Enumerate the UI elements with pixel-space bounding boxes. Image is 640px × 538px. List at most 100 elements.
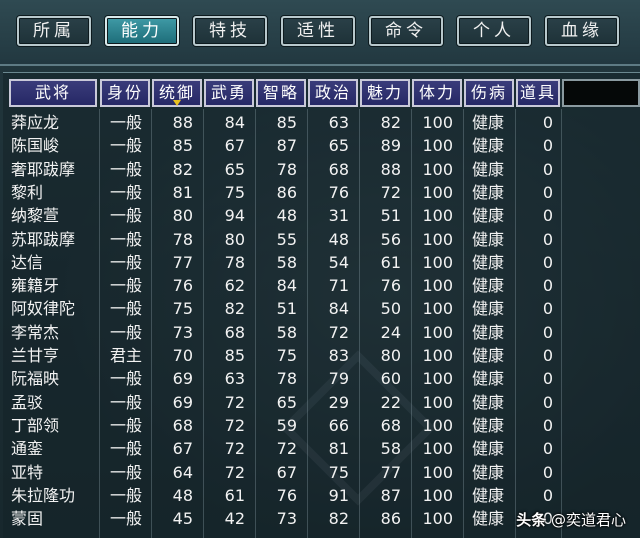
cell-injury: 健康 <box>471 182 504 202</box>
cell-items: 0 <box>542 392 553 412</box>
table-row[interactable]: 陈国峻 一般 85 67 87 65 89 100 健康 0 <box>9 134 633 157</box>
table-row[interactable]: 李常杰 一般 73 68 58 72 24 100 健康 0 <box>9 321 633 344</box>
cell-name: 李常杰 <box>11 322 60 342</box>
cell-command: 82 <box>172 159 193 179</box>
tab-command[interactable]: 命令 <box>369 16 443 46</box>
cell-stamina: 100 <box>422 462 453 482</box>
cell-stamina: 100 <box>422 276 453 296</box>
cell-politics: 81 <box>328 439 349 459</box>
cell-strategy: 86 <box>276 182 297 202</box>
table-row[interactable]: 兰甘亨 君主 70 85 75 83 80 100 健康 0 <box>9 344 633 367</box>
cell-items: 0 <box>542 159 553 179</box>
cell-injury: 健康 <box>471 252 504 272</box>
cell-status: 君主 <box>109 346 142 365</box>
cell-charisma: 88 <box>380 159 401 179</box>
cell-charisma: 77 <box>380 462 401 482</box>
cell-politics: 71 <box>328 276 349 296</box>
table-row[interactable]: 苏耶跋摩 一般 78 80 55 48 56 100 健康 0 <box>9 228 633 251</box>
cell-name: 纳黎萱 <box>11 206 60 226</box>
cell-valor: 84 <box>224 113 245 132</box>
cell-valor: 61 <box>224 485 245 505</box>
cell-status: 一般 <box>109 322 142 342</box>
table-row[interactable]: 阿奴律陀 一般 75 82 51 84 50 100 健康 0 <box>9 297 633 320</box>
cell-name: 阮福映 <box>11 369 60 389</box>
cell-items: 0 <box>542 229 553 249</box>
column-header-command[interactable]: 统御 <box>152 79 202 107</box>
column-header-name[interactable]: 武将 <box>9 79 97 107</box>
cell-stamina: 100 <box>422 392 453 412</box>
cell-name: 蒙固 <box>11 509 44 529</box>
table-row[interactable]: 莽应龙 一般 88 84 85 63 82 100 健康 0 <box>9 111 633 134</box>
cell-valor: 72 <box>224 415 245 435</box>
cell-valor: 80 <box>224 229 245 249</box>
column-header-items[interactable]: 道具 <box>516 79 560 107</box>
tab-personal[interactable]: 个人 <box>457 16 531 46</box>
cell-charisma: 58 <box>380 439 401 459</box>
sort-descending-icon <box>173 100 181 106</box>
cell-command: 85 <box>172 136 193 156</box>
table-row[interactable]: 雍籍牙 一般 76 62 84 71 76 100 健康 0 <box>9 274 633 297</box>
cell-injury: 健康 <box>471 206 504 226</box>
cell-stamina: 100 <box>422 485 453 505</box>
cell-injury: 健康 <box>471 299 504 319</box>
cell-name: 苏耶跋摩 <box>11 229 76 249</box>
cell-items: 0 <box>542 322 553 342</box>
cell-items: 0 <box>542 276 553 296</box>
cell-status: 一般 <box>109 252 142 272</box>
column-header-status[interactable]: 身份 <box>100 79 150 107</box>
tab-skills[interactable]: 特技 <box>193 16 267 46</box>
cell-items: 0 <box>542 439 553 459</box>
cell-items: 0 <box>542 462 553 482</box>
cell-politics: 29 <box>328 392 349 412</box>
cell-command: 81 <box>172 182 193 202</box>
cell-injury: 健康 <box>471 415 504 435</box>
cell-charisma: 76 <box>380 276 401 296</box>
cell-status: 一般 <box>109 276 142 296</box>
cell-command: 88 <box>172 113 193 132</box>
column-header-politics[interactable]: 政治 <box>308 79 358 107</box>
cell-stamina: 100 <box>422 136 453 156</box>
cell-injury: 健康 <box>471 509 504 529</box>
table-row[interactable]: 孟驳 一般 69 72 65 29 22 100 健康 0 <box>9 391 633 414</box>
cell-strategy: 72 <box>276 439 297 459</box>
cell-injury: 健康 <box>471 392 504 412</box>
column-header-valor[interactable]: 武勇 <box>204 79 254 107</box>
game-window: 所属 能力 特技 适性 命令 个人 血缘 武将 身份 统御 武勇 智略 政治 魅… <box>0 0 640 538</box>
cell-valor: 72 <box>224 462 245 482</box>
cell-stamina: 100 <box>422 509 453 529</box>
watermark-handle: @奕道君心 <box>550 511 626 529</box>
tab-bloodline[interactable]: 血缘 <box>545 16 619 46</box>
cell-charisma: 72 <box>380 182 401 202</box>
column-header-strategy[interactable]: 智略 <box>256 79 306 107</box>
column-header-stamina[interactable]: 体力 <box>412 79 462 107</box>
table-row[interactable]: 朱拉隆功 一般 48 61 76 91 87 100 健康 0 <box>9 484 633 507</box>
cell-stamina: 100 <box>422 182 453 202</box>
cell-items: 0 <box>542 369 553 389</box>
table-row[interactable]: 丁部领 一般 68 72 59 66 68 100 健康 0 <box>9 414 633 437</box>
tab-affiliation[interactable]: 所属 <box>17 16 91 46</box>
table-row[interactable]: 黎利 一般 81 75 86 76 72 100 健康 0 <box>9 181 633 204</box>
cell-name: 莽应龙 <box>11 113 60 132</box>
table-row[interactable]: 奢耶跋摩 一般 82 65 78 68 88 100 健康 0 <box>9 158 633 181</box>
cell-charisma: 22 <box>380 392 401 412</box>
cell-name: 阿奴律陀 <box>11 299 76 319</box>
cell-stamina: 100 <box>422 206 453 226</box>
cell-strategy: 58 <box>276 322 297 342</box>
tab-aptitude[interactable]: 适性 <box>281 16 355 46</box>
cell-command: 69 <box>172 392 193 412</box>
tab-ability[interactable]: 能力 <box>105 16 179 46</box>
cell-valor: 67 <box>224 136 245 156</box>
cell-politics: 75 <box>328 462 349 482</box>
cell-strategy: 55 <box>276 229 297 249</box>
table-row[interactable]: 达信 一般 77 78 58 54 61 100 健康 0 <box>9 251 633 274</box>
table-row[interactable]: 通銮 一般 67 72 72 81 58 100 健康 0 <box>9 437 633 460</box>
cell-injury: 健康 <box>471 322 504 342</box>
cell-valor: 72 <box>224 439 245 459</box>
table-row[interactable]: 纳黎萱 一般 80 94 48 31 51 100 健康 0 <box>9 204 633 227</box>
column-header-injury[interactable]: 伤病 <box>464 79 514 107</box>
cell-name: 达信 <box>11 252 44 272</box>
table-row[interactable]: 亚特 一般 64 72 67 75 77 100 健康 0 <box>9 461 633 484</box>
cell-charisma: 56 <box>380 229 401 249</box>
table-row[interactable]: 阮福映 一般 69 63 78 79 60 100 健康 0 <box>9 367 633 390</box>
column-header-charisma[interactable]: 魅力 <box>360 79 410 107</box>
